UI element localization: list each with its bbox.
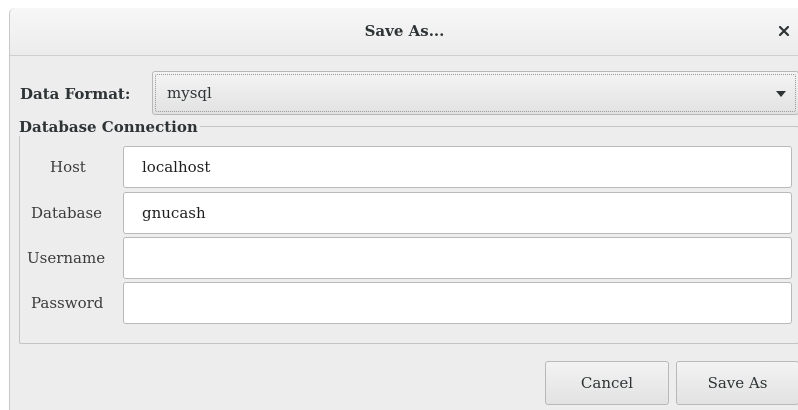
username-label: Username <box>27 249 106 267</box>
chevron-down-icon <box>776 91 786 97</box>
title-bar[interactable]: Save As... <box>10 8 798 56</box>
combo-focus-ring <box>155 74 796 112</box>
host-field[interactable]: localhost <box>123 146 792 188</box>
save-as-button[interactable]: Save As <box>676 361 798 405</box>
password-label: Password <box>31 294 104 312</box>
data-format-combo[interactable]: mysql <box>152 71 798 115</box>
dialog-title: Save As... <box>364 22 445 40</box>
host-label: Host <box>50 158 86 176</box>
database-field[interactable]: gnucash <box>123 192 792 234</box>
data-format-value: mysql <box>167 84 212 102</box>
database-label: Database <box>31 204 103 222</box>
data-format-label: Data Format: <box>20 85 131 103</box>
username-field[interactable] <box>123 237 792 279</box>
password-field[interactable] <box>123 282 792 324</box>
save-as-dialog: Save As... Data Format: mysql Database C… <box>9 8 798 410</box>
cancel-button[interactable]: Cancel <box>545 361 669 405</box>
close-button[interactable] <box>773 20 795 42</box>
database-connection-label: Database Connection <box>19 118 200 136</box>
close-icon <box>778 25 790 37</box>
